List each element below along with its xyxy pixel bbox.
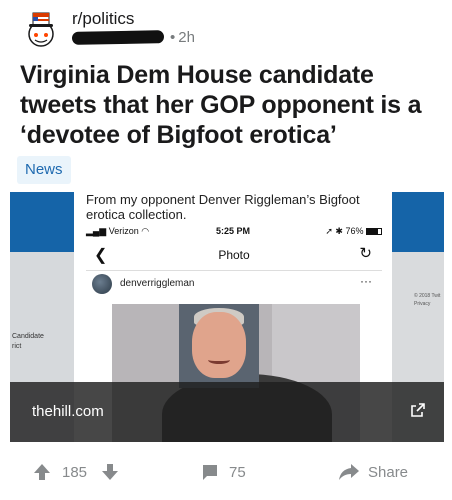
battery-icon (366, 228, 382, 236)
refresh-icon: ↻ (359, 245, 372, 262)
link-domain[interactable]: thehill.com (32, 403, 104, 420)
upvote-button[interactable] (32, 456, 52, 488)
carrier-label: ▂▄▆ Verizon ◠ (86, 226, 149, 237)
preview-side-text-right: © 2018 Twit Privacy (414, 293, 441, 307)
preview-side-text-left: Candidate rict (12, 333, 44, 350)
redacted-username (71, 30, 165, 45)
photo-nav-bar: ❮ Photo ↻ (86, 244, 382, 268)
comments-button[interactable]: 75 (200, 456, 246, 488)
post-header: r/politics • 2h (22, 8, 442, 48)
downvote-button[interactable] (100, 456, 120, 488)
smile (208, 356, 230, 364)
comment-bubble-icon (203, 465, 217, 480)
downvote-arrow-icon (102, 464, 118, 480)
external-link-icon[interactable] (410, 402, 426, 418)
share-button[interactable]: Share (338, 456, 408, 488)
more-options-icon: ··· (360, 274, 372, 288)
preview-background-band-left (10, 192, 74, 252)
post-title[interactable]: Virginia Dem House candidate tweets that… (20, 60, 440, 150)
signal-icon: ▂▄▆ (86, 226, 107, 236)
carrier-name: Verizon (108, 226, 139, 236)
wifi-icon: ◠ (141, 226, 150, 236)
post-flair[interactable]: News (17, 156, 71, 184)
meta-separator: • (170, 29, 176, 46)
post-time: 2h (178, 29, 195, 46)
subreddit-avatar-icon[interactable] (22, 10, 60, 48)
vote-score: 185 (62, 463, 88, 481)
photo-nav-title: Photo (218, 248, 250, 262)
subreddit-name[interactable]: r/politics (72, 9, 134, 29)
post-action-bar: 185 75 Share (0, 456, 452, 488)
battery-status: ➚ ✱ 76% (325, 226, 382, 237)
phone-status-bar: ▂▄▆ Verizon ◠ 5:25 PM ➚ ✱ 76% (86, 226, 382, 240)
battery-percent: 76% (345, 226, 364, 236)
preview-background-band-right (392, 192, 444, 252)
tweet-caption: From my opponent Denver Riggleman’s Bigf… (86, 192, 360, 222)
bluetooth-icon: ✱ (335, 226, 343, 236)
phone-time: 5:25 PM (216, 226, 251, 236)
nav-divider (86, 270, 382, 271)
instagram-avatar (92, 274, 112, 294)
post-meta: • 2h (71, 29, 195, 46)
upvote-arrow-icon (34, 464, 50, 480)
comment-count: 75 (229, 463, 246, 481)
instagram-post-header: denverriggleman ··· (86, 274, 382, 298)
link-domain-bar[interactable]: thehill.com (10, 382, 444, 442)
instagram-username: denverriggleman (120, 278, 195, 289)
face (192, 312, 246, 378)
location-icon: ➚ (325, 226, 333, 236)
share-label: Share (368, 463, 409, 481)
link-preview[interactable]: Candidate rict © 2018 Twit Privacy From … (10, 192, 444, 442)
share-arrow-icon (339, 464, 359, 480)
